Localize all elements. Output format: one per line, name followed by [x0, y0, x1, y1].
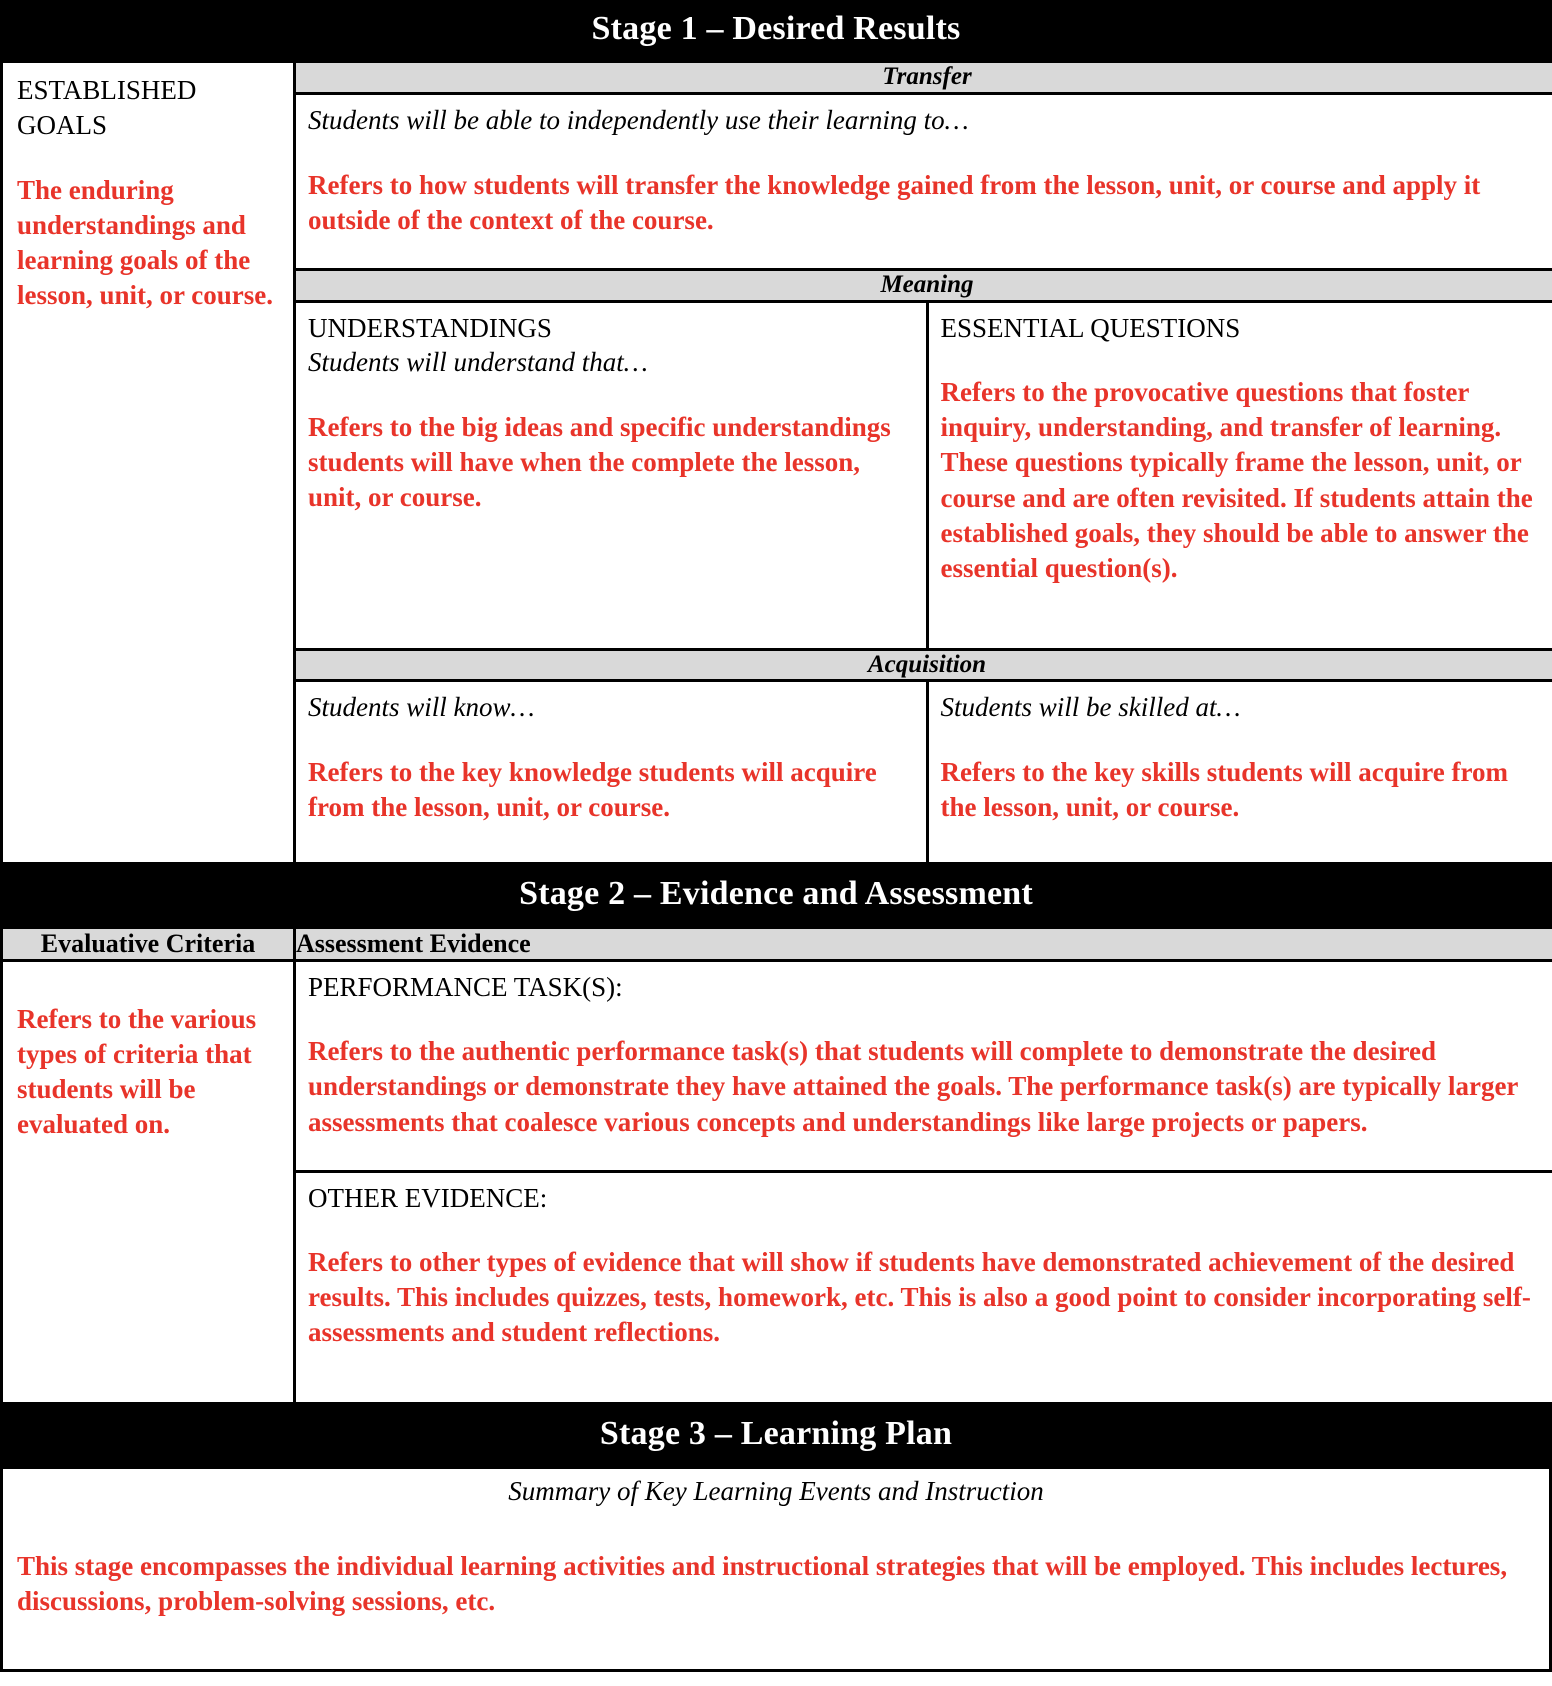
assessment-evidence-sections: PERFORMANCE TASK(S): Refers to the authe…	[296, 961, 1552, 1403]
evaluative-criteria-description: Refers to the various types of criteria …	[17, 1003, 257, 1140]
stage-1-table: ESTABLISHED GOALS The enduring understan…	[0, 60, 1552, 866]
stage-3-banner: Stage 3 – Learning Plan	[0, 1405, 1552, 1466]
evaluative-criteria-header: Evaluative Criteria	[0, 925, 296, 962]
stage-2-table: Evaluative Criteria Assessment Evidence …	[0, 925, 1552, 1406]
understandings-description: Refers to the big ideas and specific und…	[308, 411, 891, 512]
ubd-template-page: Stage 1 – Desired Results ESTABLISHED GO…	[0, 0, 1552, 1686]
evaluative-criteria-cell: Refers to the various types of criteria …	[0, 958, 296, 1406]
other-evidence-description: Refers to other types of evidence that w…	[308, 1247, 1531, 1348]
learning-plan-cell: Summary of Key Learning Events and Instr…	[0, 1465, 1552, 1672]
meaning-header: Meaning	[296, 267, 1552, 303]
understandings-label: UNDERSTANDINGS	[308, 312, 552, 343]
stage-2-banner: Stage 2 – Evidence and Assessment	[0, 865, 1552, 926]
established-goals-cell: ESTABLISHED GOALS The enduring understan…	[0, 60, 296, 866]
learning-plan-description: This stage encompasses the individual le…	[17, 1550, 1508, 1616]
assessment-evidence-cell: PERFORMANCE TASK(S): Refers to the authe…	[293, 958, 1552, 1406]
transfer-prompt: Students will be able to independently u…	[308, 105, 969, 136]
students-skilled-at-prompt: Students will be skilled at…	[940, 692, 1241, 723]
students-will-know-prompt: Students will know…	[308, 692, 535, 723]
performance-tasks-label: PERFORMANCE TASK(S):	[308, 971, 623, 1002]
essential-questions-cell: ESSENTIAL QUESTIONS Refers to the provoc…	[925, 299, 1552, 651]
essential-questions-description: Refers to the provocative questions that…	[940, 377, 1533, 583]
understandings-prompt: Students will understand that…	[308, 347, 648, 378]
students-skilled-at-cell: Students will be skilled at… Refers to t…	[925, 679, 1552, 863]
transfer-description: Refers to how students will transfer the…	[308, 169, 1481, 235]
students-will-know-cell: Students will know… Refers to the key kn…	[296, 679, 929, 863]
learning-plan-subtitle: Summary of Key Learning Events and Instr…	[508, 1475, 1044, 1506]
other-evidence-cell: OTHER EVIDENCE: Refers to other types of…	[296, 1169, 1552, 1403]
stage-1-right-column: Transfer Students will be able to indepe…	[293, 60, 1552, 866]
established-goals-heading-line1: ESTABLISHED	[17, 75, 197, 106]
stage-1-banner: Stage 1 – Desired Results	[0, 0, 1552, 61]
established-goals-description: The enduring understandings and learning…	[17, 174, 274, 310]
transfer-body-cell: Students will be able to independently u…	[296, 92, 1552, 271]
understandings-cell: UNDERSTANDINGS Students will understand …	[296, 299, 929, 651]
other-evidence-label: OTHER EVIDENCE:	[308, 1182, 548, 1213]
acquisition-header: Acquisition	[296, 647, 1552, 683]
performance-tasks-cell: PERFORMANCE TASK(S): Refers to the authe…	[296, 961, 1552, 1173]
transfer-header: Transfer	[296, 63, 1552, 96]
students-will-know-description: Refers to the key knowledge students wil…	[308, 757, 877, 823]
stage-1-sections: Transfer Students will be able to indepe…	[296, 63, 1552, 863]
stage-3-table: Summary of Key Learning Events and Instr…	[0, 1465, 1552, 1672]
established-goals-heading-line2: GOALS	[17, 110, 108, 141]
assessment-evidence-header: Assessment Evidence	[293, 925, 1552, 962]
performance-tasks-description: Refers to the authentic performance task…	[308, 1036, 1518, 1137]
essential-questions-label: ESSENTIAL QUESTIONS	[940, 312, 1241, 343]
students-skilled-at-description: Refers to the key skills students will a…	[940, 757, 1508, 823]
